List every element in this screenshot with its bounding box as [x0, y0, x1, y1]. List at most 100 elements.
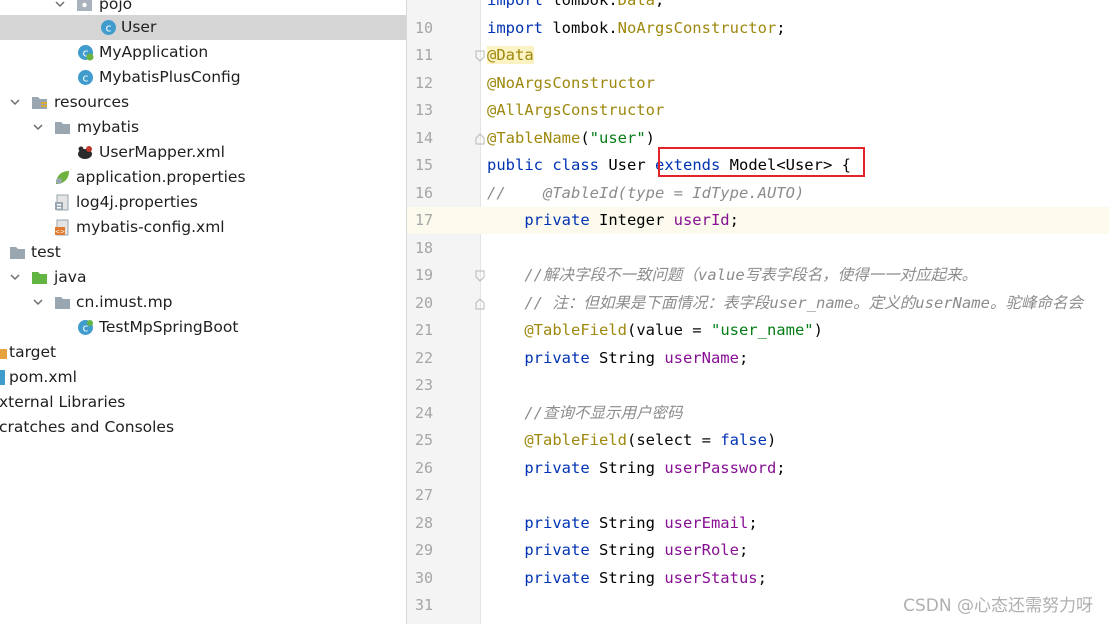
code-text: // 注：但如果是下面情况：表字段user_name。定义的userName。驼… [487, 293, 1083, 313]
code-editor[interactable]: import lombok.Data; 10 import lombok.NoArg… [407, 0, 1109, 624]
code-line-row[interactable]: 29 private String userRole; [407, 537, 1109, 564]
code-line-row[interactable]: 26 private String userPassword; [407, 455, 1109, 482]
code-line-row[interactable]: 19 //解决字段不一致问题（value写表字段名，使得一一对应起来。 [407, 262, 1109, 289]
code-line-row[interactable]: import lombok.Data; [407, 0, 1109, 14]
tree-item-scratches-and-consoles[interactable]: cratches and Consoles [0, 415, 406, 440]
code-line-row[interactable]: 10 import lombok.NoArgsConstructor; [407, 15, 1109, 42]
code-line-row[interactable]: 11 @Data [407, 42, 1109, 69]
code-line-row[interactable]: 20 // 注：但如果是下面情况：表字段user_name。定义的userNam… [407, 290, 1109, 317]
tree-item-test[interactable]: test [0, 240, 406, 265]
gutter-line[interactable]: 17 [407, 207, 480, 234]
tree-item-pom-xml[interactable]: pom.xml [0, 365, 406, 390]
tree-item-mybatisplusconfig[interactable]: c MybatisPlusConfig [0, 65, 406, 90]
chevron-down-icon[interactable] [55, 0, 65, 9]
line-number: 27 [414, 486, 433, 504]
fold-marker-icon[interactable] [475, 270, 485, 282]
line-number: 14 [414, 128, 433, 147]
code-token: @Data [487, 46, 534, 64]
gutter-line[interactable]: 23 [407, 372, 480, 399]
tree-item-target[interactable]: target [0, 340, 406, 365]
package-icon [55, 297, 70, 309]
tree-item-mybatis-config-xml[interactable]: <> mybatis-config.xml [0, 215, 406, 240]
code-token: userName [664, 348, 739, 367]
fold-marker-icon[interactable] [475, 132, 485, 145]
code-line-row[interactable]: //数据库中没有这个字段需要添加注解 [407, 620, 1109, 624]
code-line-row[interactable]: 18 [407, 235, 1109, 262]
test-source-folder-icon [32, 272, 47, 284]
code-line-row[interactable]: 30 private String userStatus; [407, 565, 1109, 592]
gutter-line[interactable]: 28 [407, 510, 480, 537]
code-text: import lombok.NoArgsConstructor; [487, 18, 786, 38]
line-number: 24 [414, 403, 433, 422]
tree-item-resources[interactable]: resources [0, 90, 406, 115]
gutter-line[interactable]: 21 [407, 317, 480, 344]
code-line-row[interactable]: 17 private Integer userId; [407, 207, 1109, 234]
code-token: import [487, 18, 553, 37]
code-line-row[interactable]: 13 @AllArgsConstructor [407, 97, 1109, 124]
code-text: @TableField(value = "user_name") [487, 320, 823, 340]
gutter-line[interactable]: 29 [407, 537, 480, 564]
gutter-line[interactable]: 20 [407, 290, 485, 317]
gutter-line[interactable]: 26 [407, 455, 480, 482]
code-token: lombok. [552, 18, 618, 37]
code-token: ; [776, 18, 786, 37]
tree-item-label: application.properties [76, 168, 246, 186]
chevron-down-icon[interactable] [10, 272, 20, 282]
code-token: @TableField [487, 431, 627, 449]
gutter-line[interactable]: 24 [407, 400, 480, 427]
code-line-row[interactable]: 23 [407, 372, 1109, 399]
tree-item-label: UserMapper.xml [99, 143, 225, 161]
tree-item-cn-imust-mp[interactable]: cn.imust.mp [0, 290, 406, 315]
gutter-line[interactable]: 14 [407, 125, 485, 152]
gutter-line[interactable]: 10 [407, 15, 480, 42]
fold-marker-icon[interactable] [475, 50, 485, 62]
gutter-line[interactable]: 18 [407, 235, 480, 262]
code-line-row[interactable]: 21 @TableField(value = "user_name") [407, 317, 1109, 344]
gutter-line[interactable] [407, 0, 480, 14]
code-token: ; [748, 513, 758, 532]
chevron-down-icon[interactable] [33, 122, 43, 132]
code-line-row[interactable]: 16 // @TableId(type = IdType.AUTO) [407, 180, 1109, 207]
gutter-line[interactable]: 31 [407, 592, 480, 619]
folder-icon [10, 247, 25, 259]
gutter-line[interactable]: 12 [407, 70, 480, 97]
tree-item-myapplication[interactable]: c MyApplication [0, 40, 406, 65]
tree-item-application-properties[interactable]: application.properties [0, 165, 406, 190]
chevron-down-icon[interactable] [10, 97, 20, 107]
gutter-line[interactable]: 30 [407, 565, 480, 592]
tree-item-mybatis[interactable]: mybatis [0, 115, 406, 140]
gutter-line[interactable]: 27 [407, 482, 480, 509]
code-token: String [598, 513, 665, 532]
code-line-row[interactable]: 22 private String userName; [407, 345, 1109, 372]
tree-item-log4j-properties[interactable]: log4j.properties [0, 190, 406, 215]
code-line-row[interactable]: 24 //查询不显示用户密码 [407, 400, 1109, 427]
gutter-line[interactable] [407, 620, 480, 624]
tree-item-usermapper-xml[interactable]: UserMapper.xml [0, 140, 406, 165]
gutter-line[interactable]: 11 [407, 42, 485, 69]
fold-marker-icon[interactable] [475, 297, 485, 310]
gutter-line[interactable]: 13 [407, 97, 480, 124]
gutter-line[interactable]: 19 [407, 262, 485, 289]
tree-item-user[interactable]: c User [0, 15, 406, 40]
code-token: @TableField [487, 321, 627, 339]
line-number: 11 [414, 46, 433, 64]
gutter-line[interactable]: 16 [407, 180, 480, 207]
tree-item-java[interactable]: java [0, 265, 406, 290]
line-number: 19 [414, 266, 433, 284]
gutter-line[interactable]: 22 [407, 345, 480, 372]
java-class-icon: c [101, 20, 116, 35]
chevron-down-icon[interactable] [33, 297, 43, 307]
code-line-row[interactable]: 25 @TableField(select = false) [407, 427, 1109, 454]
code-token: userRole [664, 541, 739, 559]
code-text: @AllArgsConstructor [487, 100, 664, 120]
code-line-row[interactable]: 28 private String userEmail; [407, 510, 1109, 537]
gutter-line[interactable]: 15 [407, 152, 480, 179]
code-line-row[interactable]: 27 [407, 482, 1109, 509]
code-line-row[interactable]: 12 @NoArgsConstructor [407, 70, 1109, 97]
code-token: //解决字段不一致问题（value写表字段名，使得一一对应起来。 [487, 266, 978, 284]
tree-item-external-libraries[interactable]: xternal Libraries [0, 390, 406, 415]
gutter-line[interactable]: 25 [407, 427, 480, 454]
code-token: ) [645, 128, 656, 147]
code-text: private String userStatus; [487, 568, 767, 588]
tree-item-testmpspringboot[interactable]: c TestMpSpringBoot [0, 315, 406, 340]
